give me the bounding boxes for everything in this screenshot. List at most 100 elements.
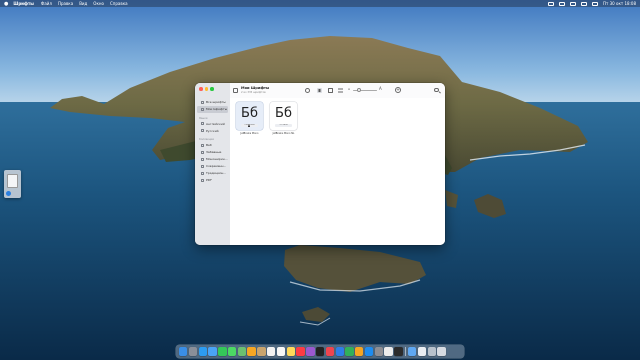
launchpad-icon[interactable] [188,347,198,356]
collection-icon [201,178,204,182]
sidebar-item-fun[interactable]: Забавные [197,149,228,156]
dock-separator [404,347,406,356]
numbers-icon[interactable] [345,347,354,356]
facetime-icon[interactable] [218,347,227,356]
sidebar-item-label: Мои Шрифты [206,107,228,112]
calendar-icon[interactable] [267,347,276,356]
podcasts-icon[interactable] [306,347,315,356]
sidebar-item-modern[interactable]: Современн... [197,163,228,170]
minimize-window-button[interactable] [204,87,208,91]
screen-record-status-icon[interactable] [548,1,555,6]
tv-icon[interactable] [315,347,325,356]
font-preview-glyph: Бб [275,106,292,121]
add-font-icon[interactable]: + [395,86,401,93]
font-card-jetbrains-mono[interactable]: Бб Обычный JetBrains Mono [236,102,263,135]
sidebar-item-label: Английский [206,121,225,126]
font-book-icon[interactable] [384,347,393,356]
preview-size-slider[interactable] [353,88,377,92]
sidebar-item-label: Традицион... [206,171,227,176]
sidebar-item-my-fonts[interactable]: Мои Шрифты [197,106,228,113]
apple-menu-icon[interactable]: ● [4,1,8,7]
font-name-label: JetBrains Mono [240,132,259,135]
notes-icon[interactable] [286,347,295,356]
system-preferences-icon[interactable] [374,347,384,356]
collection-icon [201,164,204,168]
sidebar-item-english[interactable]: Английский [197,121,228,128]
grid-view-icon[interactable] [317,87,322,93]
collection-icon [201,150,204,154]
user-fonts-icon [201,107,204,111]
font-name-label: JetBrains Mono NL [272,132,295,135]
maps-icon[interactable] [237,347,247,356]
sidebar-item-all-fonts[interactable]: Все шрифты [197,99,228,106]
sidebar-item-web[interactable]: Веб [197,142,228,149]
language-icon [201,122,204,126]
window-subtitle: 2 из 335 шрифтов [241,90,266,94]
photos-icon[interactable] [247,347,256,356]
mouse-cursor-icon [248,124,250,127]
sidebar-item-label: Русский [206,128,219,133]
menu-clock[interactable]: Пт 30 окт 18:08 [603,1,636,6]
font-card-jetbrains-mono-nl[interactable]: Бб 3 стиля JetBrains Mono NL [270,102,297,135]
large-size-icon: A [379,86,382,91]
news-icon[interactable] [325,347,335,356]
collection-icon [201,157,204,161]
trash-icon[interactable] [437,347,446,356]
document-icon[interactable] [417,347,427,356]
reminders-icon[interactable] [276,347,286,356]
sidebar-item-traditional[interactable]: Традицион... [197,170,228,177]
font-book-window: Все шрифты Мои Шрифты Языки Английский Р… [195,83,445,245]
contacts-icon[interactable] [257,347,266,356]
collection-icon [201,143,204,147]
zoom-window-button[interactable] [210,87,214,91]
info-icon[interactable] [305,87,310,93]
sidebar: Все шрифты Мои Шрифты Языки Английский Р… [195,83,231,245]
menu-file[interactable]: Файл [41,1,52,6]
menu-view[interactable]: Вид [79,1,87,6]
sidebar-item-pdf[interactable]: PDF [197,177,228,184]
terminal-icon[interactable] [394,347,403,356]
pages-icon[interactable] [355,347,364,356]
font-preview-tile[interactable]: Бб Обычный [236,102,263,130]
screenshot-icon[interactable] [427,347,436,356]
sidebar-toggle-icon[interactable] [233,87,238,93]
downloads-folder-icon[interactable] [407,347,417,356]
sidebar-item-label: Современн... [206,164,227,169]
app-store-icon[interactable] [364,347,374,356]
screenshot-badge-icon [6,191,11,196]
sidebar-item-russian[interactable]: Русский [197,128,228,135]
font-preview-tile[interactable]: Бб 3 стиля [270,102,297,130]
battery-status-icon[interactable] [559,1,566,6]
collection-icon [201,171,204,175]
dock [176,345,464,358]
menu-help[interactable]: Справка [110,1,128,6]
keynote-icon[interactable] [335,347,344,356]
finder-icon[interactable] [179,347,188,356]
sidebar-item-label: Моноширин... [206,157,228,162]
font-collection-icon [201,100,204,104]
safari-icon[interactable] [198,347,207,356]
menu-app-name[interactable]: Шрифты [13,1,34,6]
sidebar-item-monospace[interactable]: Моноширин... [197,156,228,163]
menu-edit[interactable]: Правка [58,1,73,6]
slider-knob[interactable] [357,88,361,92]
sidebar-item-label: Веб [206,143,212,148]
sidebar-section-collections: Коллекции [199,138,215,141]
control-center-icon[interactable] [592,1,599,6]
floating-window-widget[interactable] [4,170,21,198]
music-icon[interactable] [296,347,305,356]
mail-icon[interactable] [208,347,217,356]
window-toolbar: Мои Шрифты 2 из 335 шрифтов A A + [230,83,445,99]
list-view-icon[interactable] [338,87,343,93]
wifi-status-icon[interactable] [570,1,577,6]
messages-icon[interactable] [227,347,237,356]
search-icon[interactable] [434,87,439,92]
font-preview-glyph: Бб [241,106,258,121]
close-window-button[interactable] [199,87,203,91]
menu-window[interactable]: Окно [93,1,104,6]
sidebar-item-label: Все шрифты [206,100,226,105]
spotlight-icon[interactable] [581,1,588,6]
menu-bar: ● Шрифты Файл Правка Вид Окно Справка Пт… [0,0,640,7]
font-grid: Бб Обычный JetBrains Mono Бб 3 стиля Jet… [230,98,445,245]
sample-view-icon[interactable] [328,87,333,93]
